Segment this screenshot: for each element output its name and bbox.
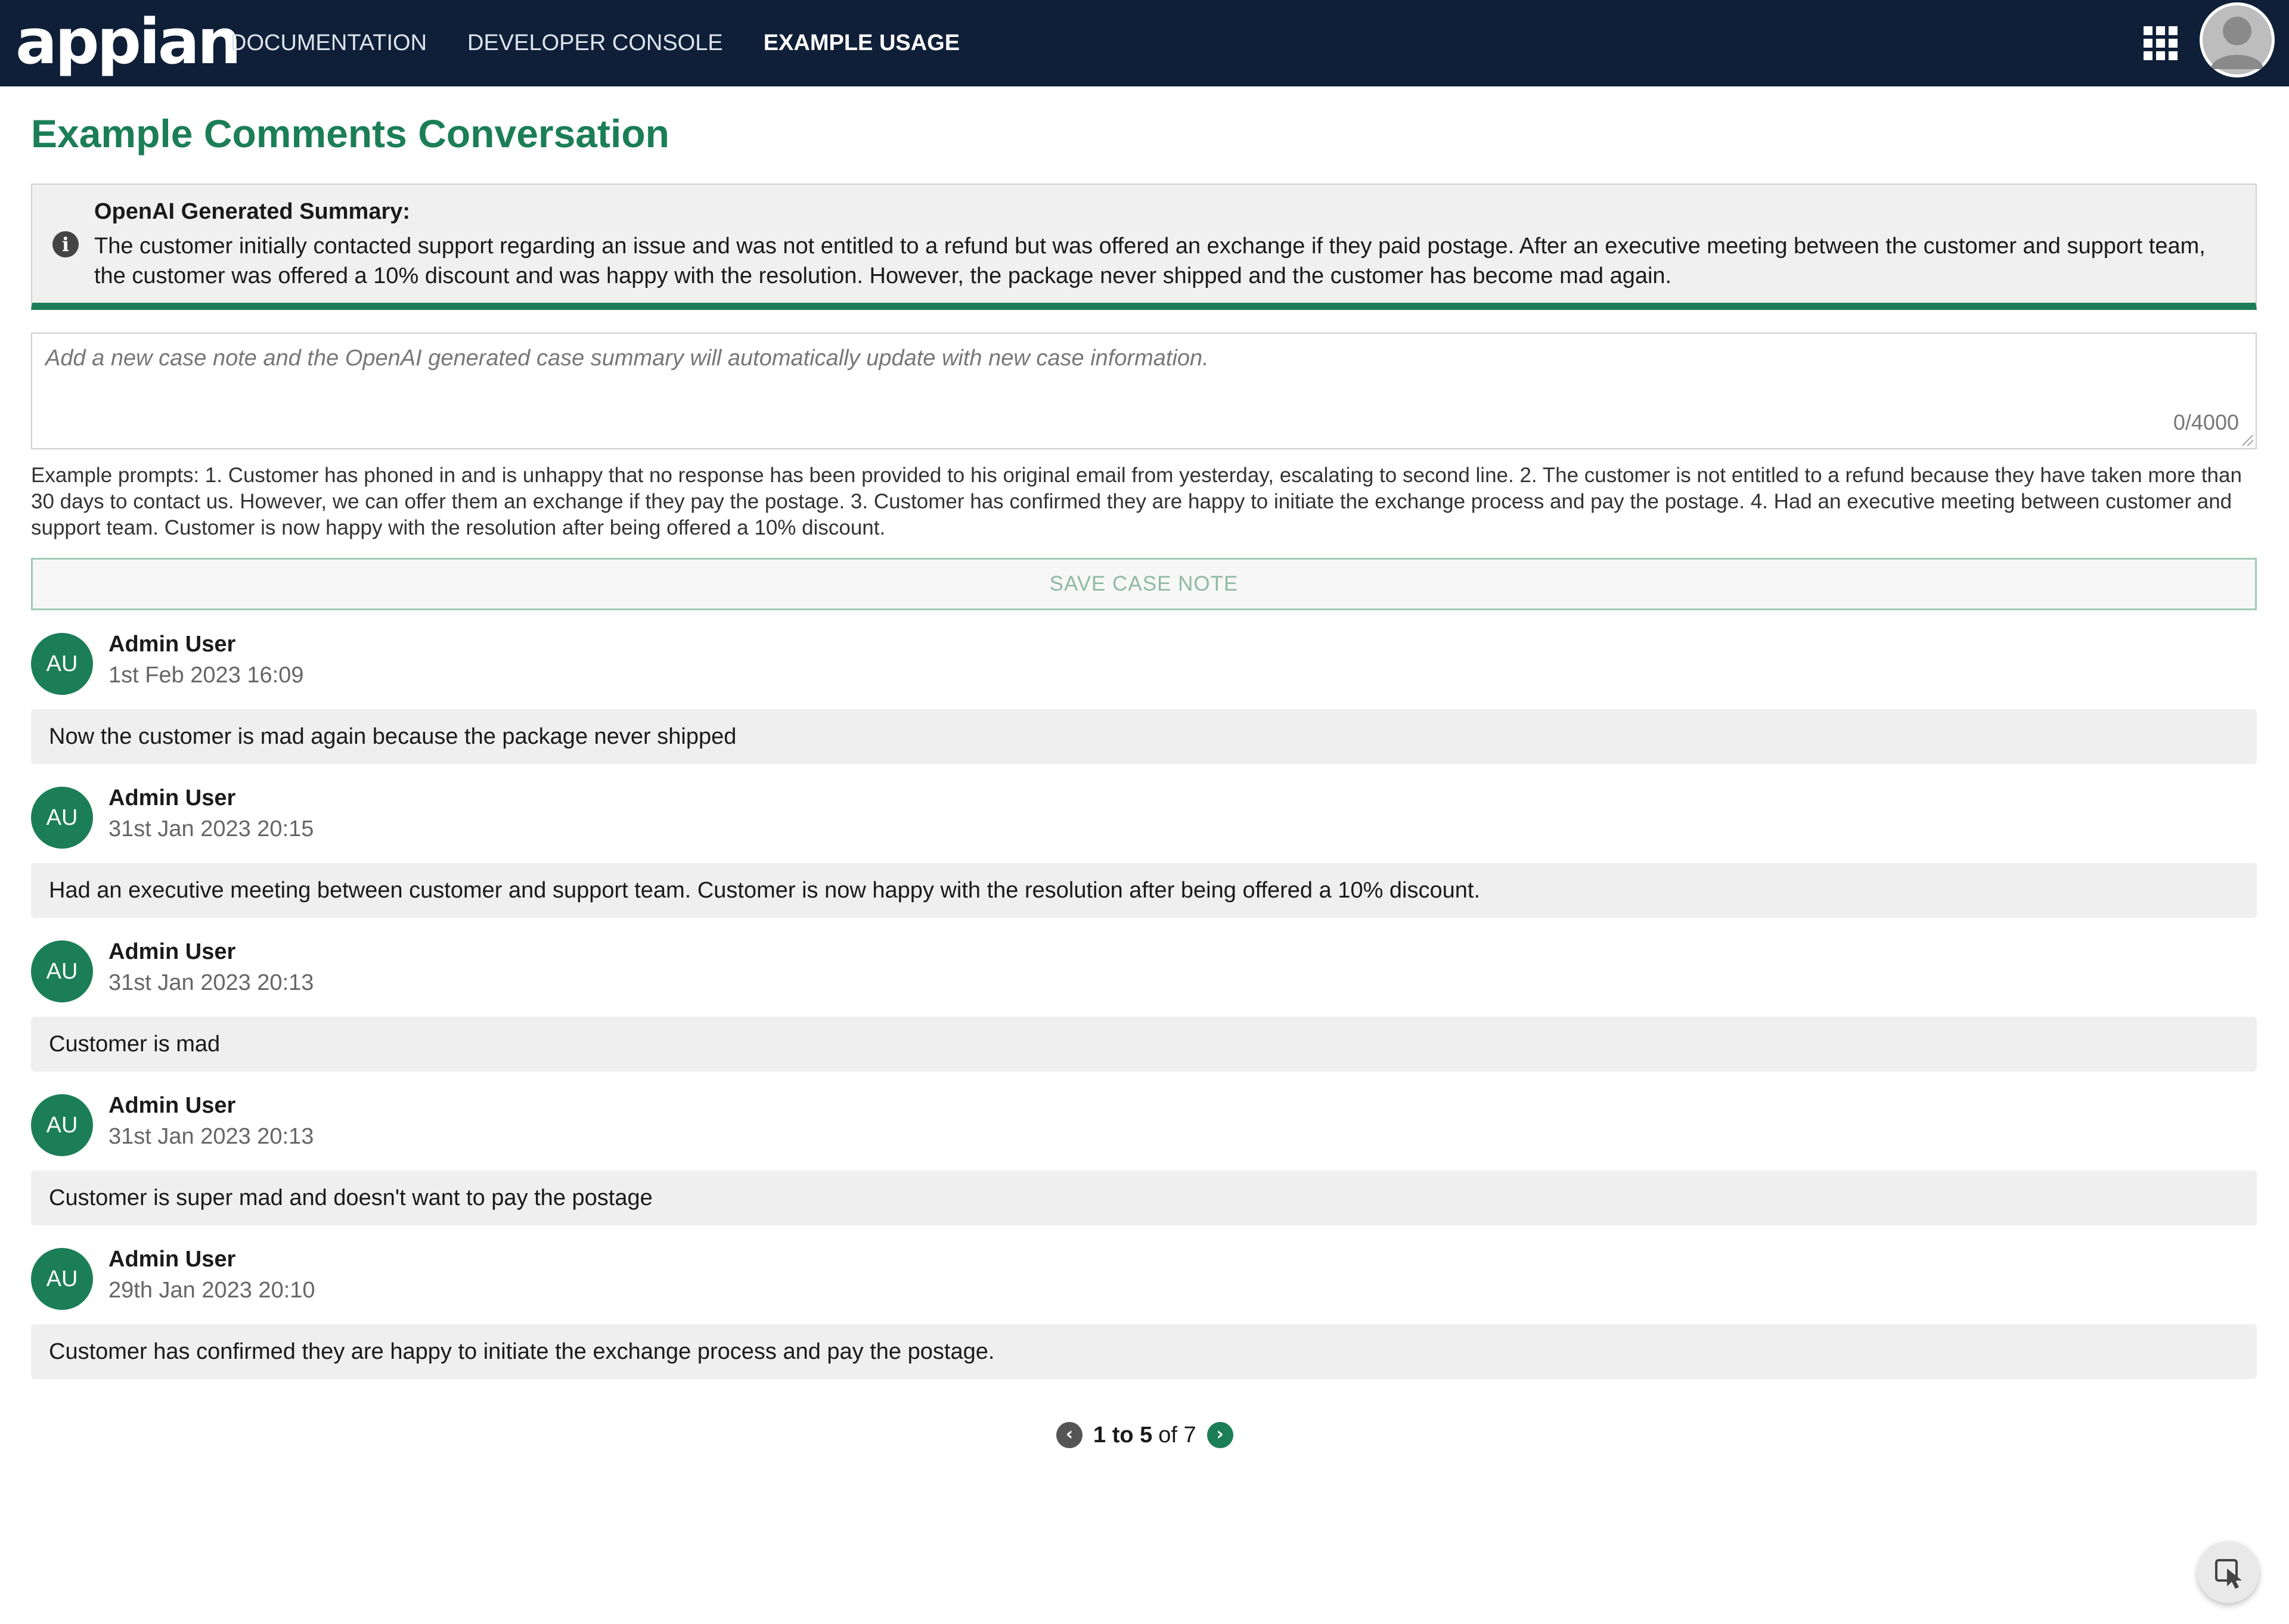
nav-example-usage[interactable]: EXAMPLE USAGE xyxy=(764,30,960,56)
summary-panel: i OpenAI Generated Summary: The customer… xyxy=(31,184,2257,310)
chevron-left-icon[interactable]: ‹ xyxy=(1056,1422,1083,1448)
case-note-field: 0/4000 xyxy=(31,333,2257,449)
pagination: ‹ 1 to 5 of 7 › xyxy=(1056,1420,1233,1451)
comment-author: Admin User xyxy=(108,1093,236,1118)
resize-handle-icon[interactable] xyxy=(2243,435,2253,446)
comment-avatar: AU xyxy=(31,787,93,849)
comment-date: 31st Jan 2023 20:13 xyxy=(108,1124,314,1149)
case-note-input[interactable] xyxy=(32,334,2256,448)
user-avatar-icon[interactable] xyxy=(2200,2,2275,77)
comment-text: Customer is mad xyxy=(31,1017,2257,1072)
cursor-select-icon xyxy=(2215,1559,2242,1589)
pagination-range: 1 to 5 xyxy=(1093,1422,1153,1448)
comment-author: Admin User xyxy=(108,785,236,811)
comment-author: Admin User xyxy=(108,939,236,964)
character-counter: 0/4000 xyxy=(2173,410,2239,434)
apps-grid-icon[interactable] xyxy=(2144,26,2178,61)
summary-title: OpenAI Generated Summary: xyxy=(94,199,411,224)
comment-date: 31st Jan 2023 20:15 xyxy=(108,816,314,842)
comment-author: Admin User xyxy=(108,632,236,657)
comment-item: AU Admin User 29th Jan 2023 20:10 Custom… xyxy=(31,1247,2257,1396)
chevron-right-icon[interactable]: › xyxy=(1206,1422,1233,1448)
comment-avatar: AU xyxy=(31,1094,93,1156)
comment-avatar: AU xyxy=(31,940,93,1002)
nav-developer-console[interactable]: DEVELOPER CONSOLE xyxy=(467,30,723,56)
comment-text: Had an executive meeting between custome… xyxy=(31,863,2257,918)
comment-date: 1st Feb 2023 16:09 xyxy=(108,663,304,688)
comment-item: AU Admin User 1st Feb 2023 16:09 Now the… xyxy=(31,632,2257,781)
example-prompts-text: Example prompts: 1. Customer has phoned … xyxy=(31,464,2242,539)
comment-text: Customer is super mad and doesn't want t… xyxy=(31,1170,2257,1225)
top-navigation-bar: appian DOCUMENTATION DEVELOPER CONSOLE E… xyxy=(0,0,2289,86)
comment-date: 29th Jan 2023 20:10 xyxy=(108,1278,315,1303)
cursor-select-button[interactable] xyxy=(2197,1541,2259,1603)
nav-documentation[interactable]: DOCUMENTATION xyxy=(230,30,427,56)
pagination-total: of 7 xyxy=(1158,1422,1196,1448)
comment-item: AU Admin User 31st Jan 2023 20:13 Custom… xyxy=(31,939,2257,1088)
comment-avatar: AU xyxy=(31,1248,93,1310)
info-icon: i xyxy=(52,231,79,257)
page-title: Example Comments Conversation xyxy=(31,111,669,156)
comment-item: AU Admin User 31st Jan 2023 20:15 Had an… xyxy=(31,785,2257,934)
comment-avatar: AU xyxy=(31,633,93,695)
comment-author: Admin User xyxy=(108,1247,236,1272)
comment-date: 31st Jan 2023 20:13 xyxy=(108,970,314,995)
comment-text: Customer has confirmed they are happy to… xyxy=(31,1324,2257,1379)
summary-text: The customer initially contacted support… xyxy=(94,234,2206,288)
save-case-note-button[interactable]: SAVE CASE NOTE xyxy=(31,558,2257,610)
main-nav: DOCUMENTATION DEVELOPER CONSOLE EXAMPLE … xyxy=(230,0,1000,86)
comment-text: Now the customer is mad again because th… xyxy=(31,709,2257,764)
comment-item: AU Admin User 31st Jan 2023 20:13 Custom… xyxy=(31,1093,2257,1242)
appian-logo[interactable]: appian xyxy=(15,6,241,77)
